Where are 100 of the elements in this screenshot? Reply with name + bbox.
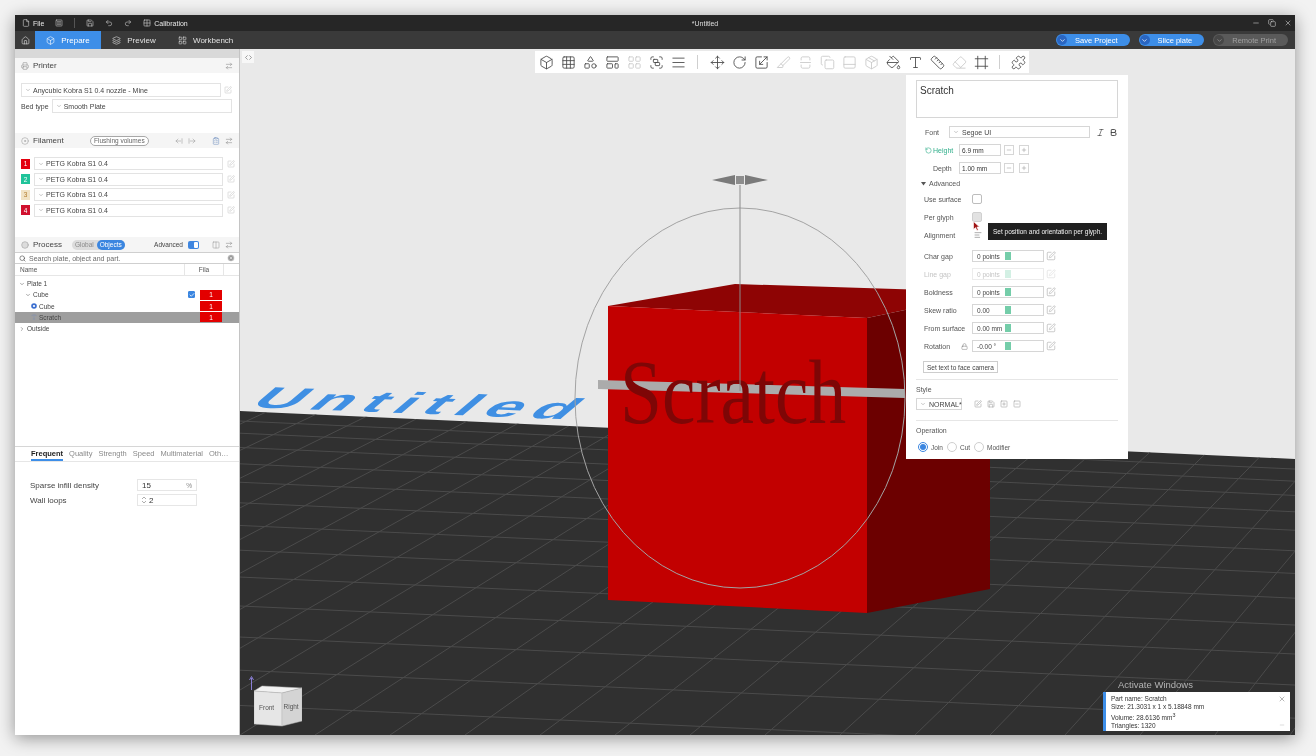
search-icon	[19, 254, 26, 262]
slider-thumb[interactable]	[1005, 288, 1011, 296]
arrow-left-from-line-icon[interactable]	[175, 136, 183, 145]
cube-icon[interactable]	[538, 54, 554, 70]
slider-thumb[interactable]	[1005, 252, 1011, 260]
layers-icon	[112, 35, 122, 45]
edit-icon[interactable]	[227, 175, 235, 184]
home-icon[interactable]	[20, 35, 30, 45]
decrease-button[interactable]	[1004, 145, 1014, 155]
setting-label: Sparse infill density	[30, 480, 100, 490]
section-title: Printer	[33, 61, 57, 70]
section-title: Process	[33, 240, 62, 249]
shapes-icon[interactable]	[582, 54, 598, 70]
chevron-down-icon	[38, 176, 44, 183]
file-icon	[22, 19, 30, 27]
chevron-right-icon[interactable]	[19, 325, 25, 332]
checkbox[interactable]	[188, 291, 195, 299]
move-icon[interactable]	[709, 54, 725, 70]
printer-icon	[21, 61, 29, 70]
puzzle-icon[interactable]	[1010, 54, 1026, 70]
chevron-down-icon	[38, 207, 44, 214]
minus-icon	[1006, 165, 1012, 171]
checkbox[interactable]	[972, 212, 982, 222]
radio-circle[interactable]	[918, 442, 928, 452]
chevron-down-icon	[920, 401, 926, 407]
italic-icon[interactable]	[1096, 127, 1105, 137]
edit-icon[interactable]	[227, 206, 235, 215]
chevron-down-icon[interactable]	[19, 280, 25, 287]
chevron-down-icon	[38, 191, 44, 198]
plate-name-label: Untitled	[240, 381, 607, 426]
activation-notice: Activate Windows	[1118, 679, 1193, 690]
square-plus-icon[interactable]	[1000, 400, 1008, 408]
bold-icon[interactable]	[1109, 127, 1118, 137]
arrow-right-from-line-icon[interactable]	[188, 136, 196, 145]
swap-arrows-icon[interactable]	[225, 240, 233, 249]
chevron-down-icon	[55, 103, 62, 109]
swap-arrows-icon[interactable]	[225, 136, 233, 145]
undo-icon[interactable]	[105, 19, 114, 27]
reset-icon[interactable]	[925, 146, 932, 154]
menu-icon[interactable]	[55, 19, 64, 27]
chevron-down-icon	[38, 160, 44, 167]
text-tool-icon[interactable]	[907, 54, 923, 70]
chevron-down-icon	[953, 129, 959, 135]
grid-icon[interactable]	[560, 54, 576, 70]
edit-icon[interactable]	[1046, 287, 1056, 297]
disc-icon	[21, 136, 29, 145]
dropdown-arrow-icon[interactable]	[1139, 35, 1150, 45]
axis-arrow-icon	[249, 676, 254, 690]
edit-icon[interactable]	[1046, 251, 1056, 261]
slider-thumb[interactable]	[1005, 324, 1011, 332]
part-icon	[31, 303, 37, 310]
tab[interactable]: Preview	[101, 31, 167, 49]
scale-icon[interactable]	[753, 54, 769, 70]
radio-circle[interactable]	[946, 442, 957, 452]
frame-icon[interactable]	[973, 54, 989, 70]
text-input[interactable]: Scratch	[916, 80, 1118, 118]
chevron-down-icon[interactable]	[25, 291, 31, 298]
chevrons-icon[interactable]	[242, 51, 254, 63]
ruler-icon[interactable]	[929, 54, 945, 70]
slider-thumb[interactable]	[1005, 306, 1011, 314]
radio-circle[interactable]	[974, 442, 985, 452]
square-minus-icon[interactable]	[1013, 400, 1021, 408]
edit-icon[interactable]	[974, 400, 982, 408]
horizontal-lines-icon[interactable]	[670, 54, 686, 70]
section-title: Filament	[33, 136, 64, 145]
swap-arrows-icon[interactable]	[225, 61, 233, 70]
redo-icon[interactable]	[124, 19, 133, 27]
edit-icon[interactable]	[1046, 341, 1056, 351]
setting-label: Wall loops	[30, 495, 68, 505]
toggle-switch[interactable]	[188, 240, 199, 249]
increase-button[interactable]	[1019, 145, 1029, 155]
edit-icon[interactable]	[227, 159, 235, 168]
edit-icon[interactable]	[227, 190, 235, 199]
cube-icon	[46, 35, 56, 45]
paint-bucket-icon[interactable]	[885, 54, 901, 70]
lock-icon[interactable]	[961, 342, 968, 350]
edit-icon[interactable]	[1046, 305, 1056, 315]
minimize-icon[interactable]	[1252, 19, 1260, 27]
restore-icon[interactable]	[1268, 19, 1276, 27]
tab[interactable]: Workbench	[167, 31, 245, 49]
rotate-icon[interactable]	[731, 54, 747, 70]
edit-icon[interactable]	[224, 86, 232, 94]
group-icon[interactable]	[648, 54, 664, 70]
clipboard-icon[interactable]	[212, 136, 220, 145]
setting-input[interactable]: 2	[137, 494, 197, 506]
align-icon[interactable]	[974, 231, 982, 239]
clear-icon[interactable]	[227, 254, 235, 262]
checkbox[interactable]	[972, 194, 982, 204]
edit-icon[interactable]	[1046, 323, 1056, 333]
decrease-button[interactable]	[1004, 163, 1014, 173]
model-viewport[interactable]	[240, 49, 1295, 735]
dropdown-arrow-icon[interactable]	[1057, 35, 1068, 45]
layout-icon[interactable]	[604, 54, 620, 70]
increase-button[interactable]	[1019, 163, 1029, 173]
columns-icon[interactable]	[212, 240, 220, 249]
close-icon[interactable]	[1278, 695, 1286, 703]
spinner-arrows-icon[interactable]	[142, 496, 146, 504]
chevron-down-icon	[25, 87, 31, 93]
minus-icon	[1006, 147, 1012, 153]
slider-thumb[interactable]	[1005, 342, 1011, 350]
